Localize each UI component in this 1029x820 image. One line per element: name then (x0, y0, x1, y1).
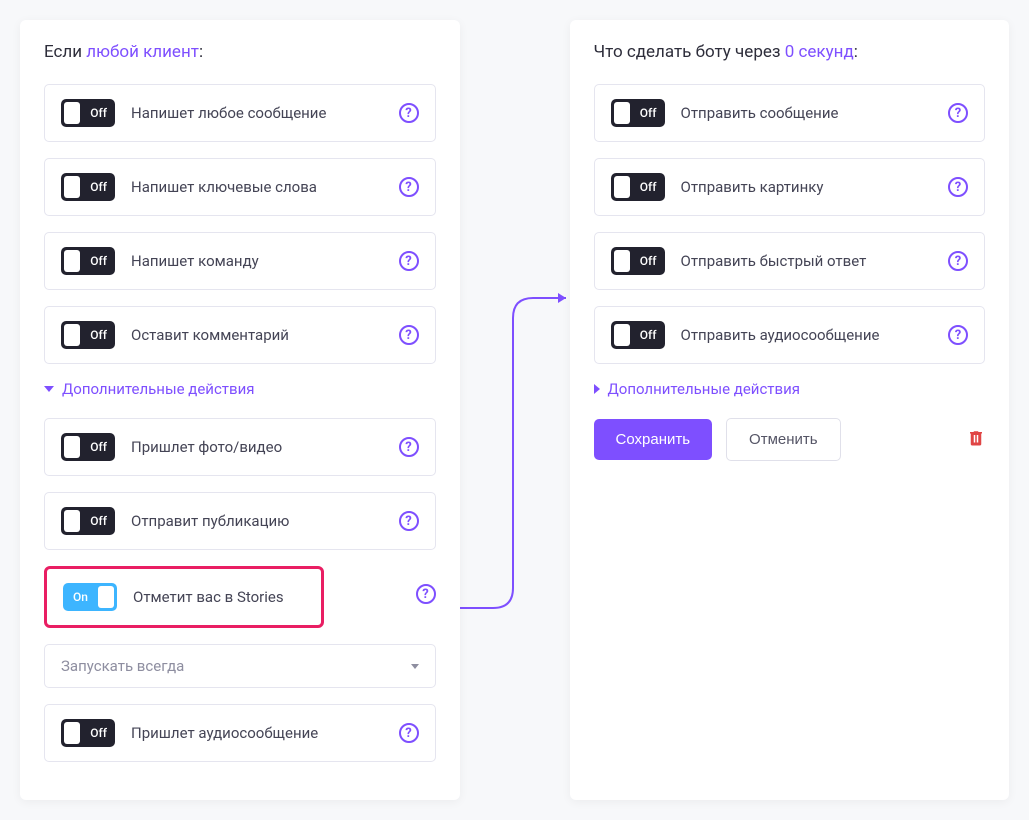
trigger-row[interactable]: Off Напишет любое сообщение ? (44, 84, 436, 142)
trigger-label: Напишет ключевые слова (131, 178, 383, 196)
trigger-row[interactable]: Off Отправит публикацию ? (44, 492, 436, 550)
trigger-label: Пришлет аудиосообщение (131, 724, 383, 742)
help-icon[interactable]: ? (416, 584, 436, 604)
delete-button[interactable] (967, 428, 985, 452)
trigger-label: Отправит публикацию (131, 512, 383, 530)
trigger-label: Напишет команду (131, 252, 383, 270)
extra-actions-label: Дополнительные действия (62, 380, 254, 398)
help-icon[interactable]: ? (399, 437, 419, 457)
action-row[interactable]: Off Отправить аудиосообщение ? (594, 306, 986, 364)
cancel-button[interactable]: Отменить (726, 418, 841, 461)
extra-actions-toggle[interactable]: Дополнительные действия (44, 380, 436, 398)
actions-header: Что сделать боту через 0 секунд: (594, 42, 986, 62)
header-suffix: : (199, 42, 203, 62)
action-buttons: Сохранить Отменить (594, 418, 986, 461)
help-icon[interactable]: ? (399, 177, 419, 197)
toggle-switch[interactable]: Off (61, 173, 115, 201)
trigger-label: Отметит вас в Stories (133, 588, 305, 606)
trigger-row[interactable]: Off Напишет команду ? (44, 232, 436, 290)
trigger-label: Пришлет фото/видео (131, 438, 383, 456)
trigger-row[interactable]: Off Пришлет аудиосообщение ? (44, 704, 436, 762)
triggers-panel: Если любой клиент: Off Напишет любое соо… (20, 20, 460, 800)
caret-down-icon (411, 664, 419, 669)
help-icon[interactable]: ? (399, 723, 419, 743)
help-icon[interactable]: ? (399, 251, 419, 271)
toggle-switch[interactable]: On (63, 583, 117, 611)
toggle-switch[interactable]: Off (611, 99, 665, 127)
toggle-switch[interactable]: Off (611, 173, 665, 201)
trigger-label: Оставит комментарий (131, 326, 383, 344)
delay-link[interactable]: 0 секунд (785, 42, 854, 62)
help-icon[interactable]: ? (948, 325, 968, 345)
trigger-label: Напишет любое сообщение (131, 104, 383, 122)
help-icon[interactable]: ? (399, 325, 419, 345)
toggle-switch[interactable]: Off (611, 321, 665, 349)
toggle-switch[interactable]: Off (61, 719, 115, 747)
any-client-link[interactable]: любой клиент (86, 42, 199, 62)
trigger-row[interactable]: Off Пришлет фото/видео ? (44, 418, 436, 476)
trash-icon (967, 428, 985, 448)
header-suffix: : (854, 42, 858, 62)
chevron-down-icon (44, 386, 54, 392)
help-icon[interactable]: ? (399, 511, 419, 531)
help-icon[interactable]: ? (399, 103, 419, 123)
action-label: Отправить картинку (681, 178, 933, 196)
action-label: Отправить сообщение (681, 104, 933, 122)
trigger-row[interactable]: Off Напишет ключевые слова ? (44, 158, 436, 216)
action-row[interactable]: Off Отправить быстрый ответ ? (594, 232, 986, 290)
toggle-switch[interactable]: Off (61, 321, 115, 349)
toggle-switch[interactable]: Off (611, 247, 665, 275)
toggle-switch[interactable]: Off (61, 507, 115, 535)
save-button[interactable]: Сохранить (594, 419, 713, 460)
action-row[interactable]: Off Отправить сообщение ? (594, 84, 986, 142)
toggle-switch[interactable]: Off (61, 99, 115, 127)
header-prefix: Если (44, 42, 86, 62)
help-icon[interactable]: ? (948, 251, 968, 271)
toggle-switch[interactable]: Off (61, 247, 115, 275)
header-prefix: Что сделать боту через (594, 42, 785, 62)
help-icon[interactable]: ? (948, 103, 968, 123)
toggle-switch[interactable]: Off (61, 433, 115, 461)
chevron-right-icon (594, 384, 600, 394)
trigger-row[interactable]: Off Оставит комментарий ? (44, 306, 436, 364)
actions-panel: Что сделать боту через 0 секунд: Off Отп… (570, 20, 1010, 800)
triggers-header: Если любой клиент: (44, 42, 436, 62)
select-value: Запускать всегда (61, 657, 184, 675)
trigger-row-highlighted[interactable]: On Отметит вас в Stories (44, 566, 324, 628)
builder-container: Если любой клиент: Off Напишет любое соо… (20, 20, 1009, 800)
help-icon[interactable]: ? (948, 177, 968, 197)
run-mode-select[interactable]: Запускать всегда (44, 644, 436, 688)
action-label: Отправить аудиосообщение (681, 326, 933, 344)
extra-actions-label: Дополнительные действия (608, 380, 800, 398)
connector-line (458, 278, 578, 618)
extra-actions-toggle[interactable]: Дополнительные действия (594, 380, 986, 398)
action-label: Отправить быстрый ответ (681, 252, 933, 270)
action-row[interactable]: Off Отправить картинку ? (594, 158, 986, 216)
